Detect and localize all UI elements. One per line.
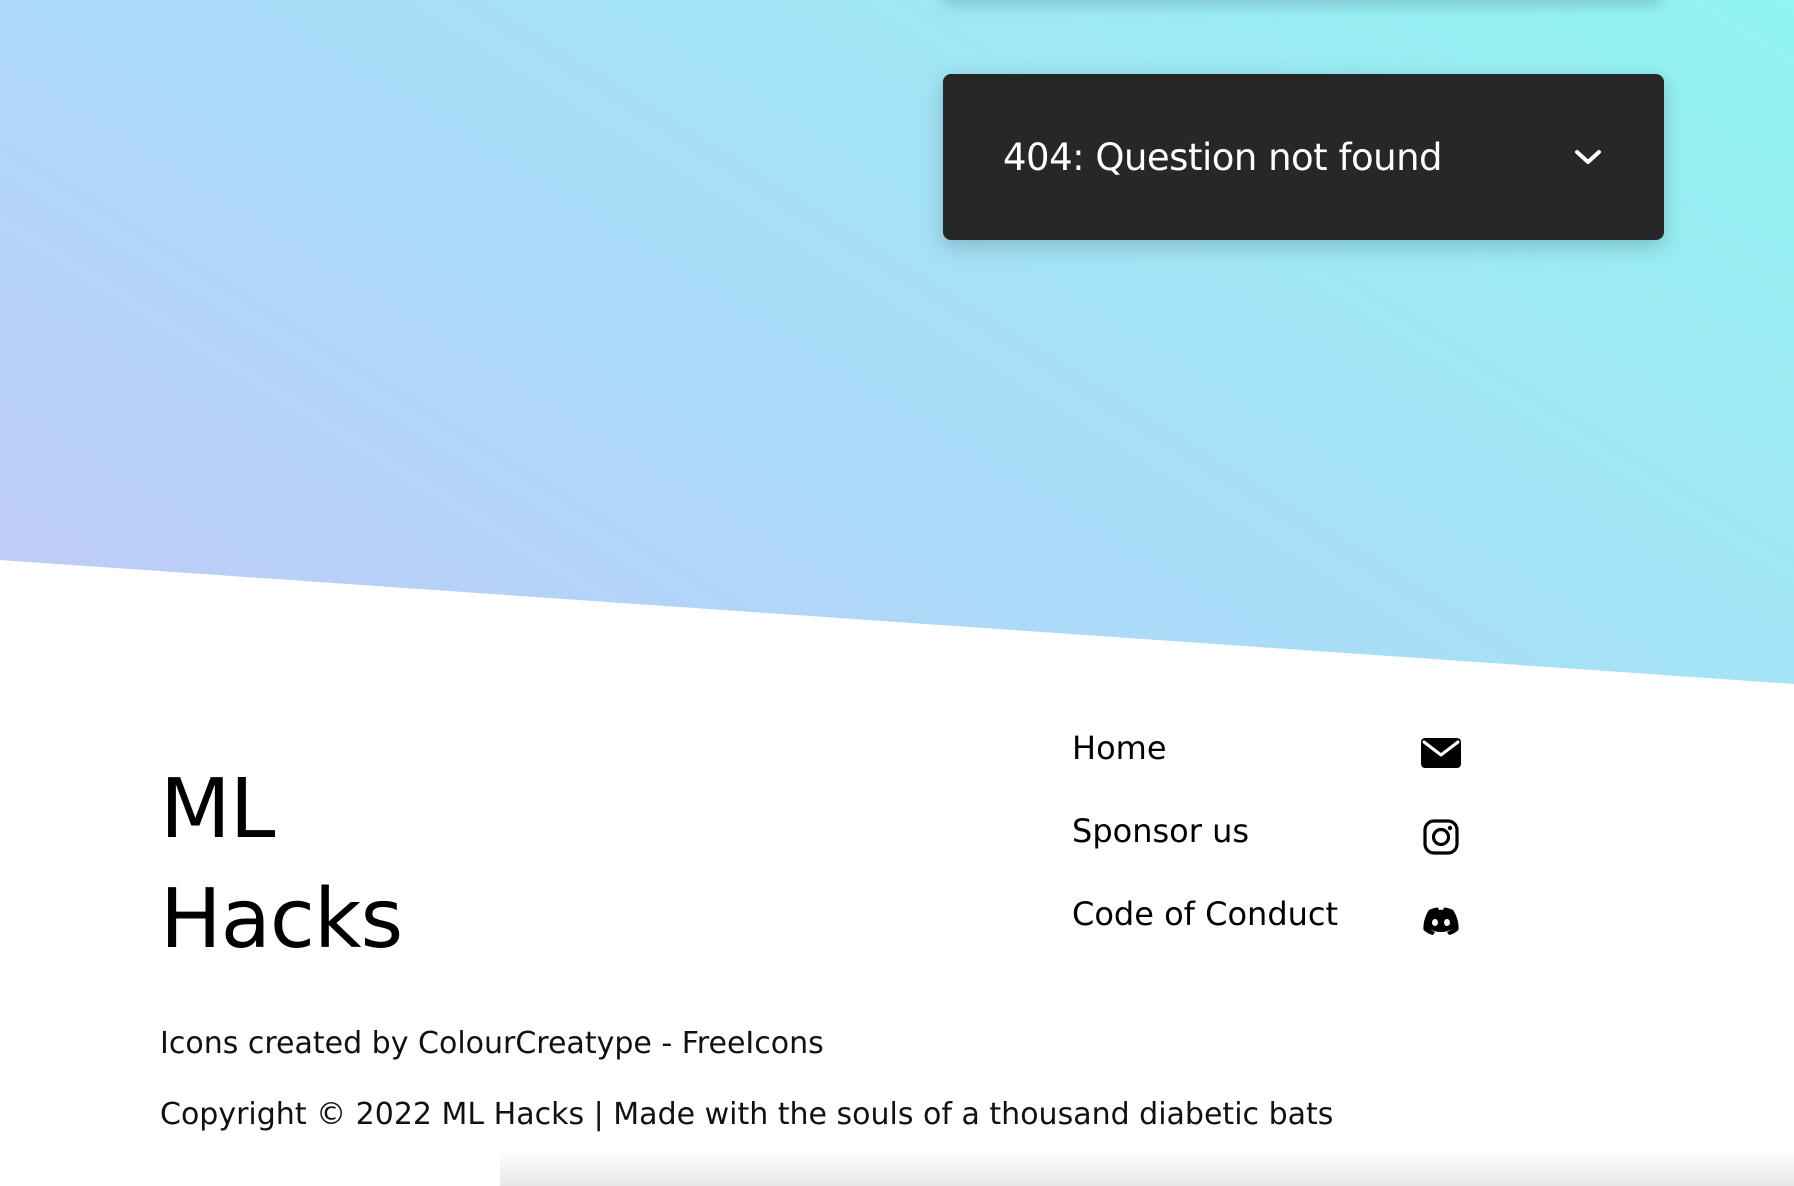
bottom-shadow [500,1150,1794,1186]
footer-logo: ML Hacks [160,755,403,975]
chevron-down-icon[interactable] [1572,141,1604,173]
brand-line-1: ML [160,762,275,857]
footer-link-code-of-conduct[interactable]: Code of Conduct [1072,894,1338,934]
brand-line-2: Hacks [160,872,403,967]
instagram-icon[interactable] [1420,816,1462,858]
discord-icon[interactable] [1420,900,1462,942]
page: 404: Question not found ML Hacks Home Sp… [0,0,1794,1186]
footer-link-sponsor[interactable]: Sponsor us [1072,811,1249,851]
icon-credits: Icons created by ColourCreatype - FreeIc… [160,1026,824,1061]
faq-accordion-item[interactable]: 404: Question not found [943,74,1664,240]
footer-link-home[interactable]: Home [1072,728,1167,768]
copyright-text: Copyright © 2022 ML Hacks | Made with th… [160,1097,1334,1132]
accordion-title: 404: Question not found [1003,135,1443,179]
mail-icon[interactable] [1420,732,1462,774]
